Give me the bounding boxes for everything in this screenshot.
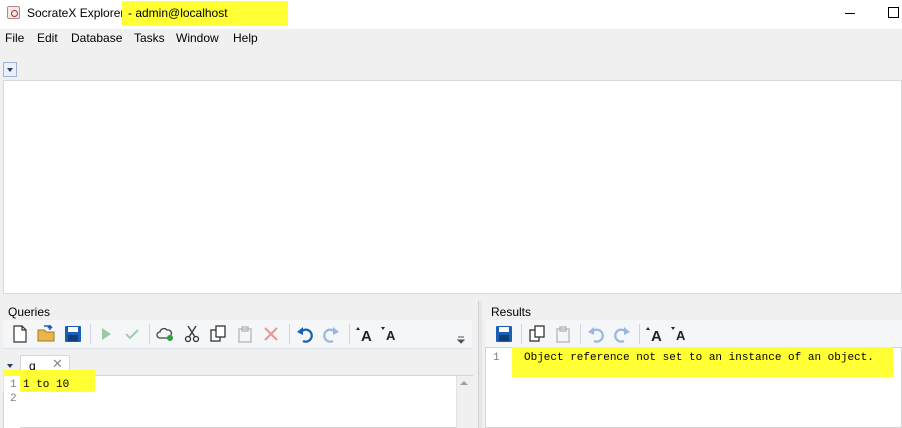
- paste-icon[interactable]: [553, 324, 573, 344]
- code-line[interactable]: 1 to 10: [23, 379, 69, 391]
- queries-label: Queries: [8, 305, 51, 319]
- menu-help[interactable]: Help: [233, 31, 258, 45]
- toolbar-separator: [580, 324, 581, 344]
- new-file-icon[interactable]: [10, 324, 30, 344]
- delete-icon[interactable]: [261, 324, 281, 344]
- svg-text:A: A: [386, 328, 396, 343]
- svg-text:A: A: [651, 328, 662, 344]
- connection-user: - admin@localhost: [122, 1, 288, 26]
- menu-tasks[interactable]: Tasks: [134, 31, 165, 45]
- font-increase-icon[interactable]: A: [355, 324, 375, 344]
- minimize-button[interactable]: [838, 0, 863, 26]
- toolbar-separator: [521, 324, 522, 344]
- app-logo-icon: [7, 6, 20, 19]
- top-panel-content: [3, 80, 902, 294]
- undo-icon[interactable]: [295, 324, 315, 344]
- svg-text:A: A: [361, 328, 372, 344]
- check-icon[interactable]: [122, 324, 142, 344]
- undo-icon[interactable]: [586, 324, 606, 344]
- toolbar-separator: [639, 324, 640, 344]
- menu-bar: File Edit Database Tasks Window Help: [0, 29, 902, 47]
- menu-database[interactable]: Database: [71, 31, 122, 45]
- maximize-button[interactable]: [880, 0, 902, 26]
- toolbar-overflow-icon[interactable]: [455, 334, 467, 346]
- menu-window[interactable]: Window: [176, 31, 219, 45]
- save-icon[interactable]: [63, 324, 83, 344]
- copy-icon[interactable]: [208, 324, 228, 344]
- toolbar-separator: [90, 324, 91, 344]
- toolbar-separator: [349, 324, 350, 344]
- copy-icon[interactable]: [527, 324, 547, 344]
- result-line[interactable]: Object reference not set to an instance …: [524, 352, 874, 364]
- font-increase-icon[interactable]: A: [645, 324, 665, 344]
- top-panel-dropdown[interactable]: [3, 62, 17, 77]
- svg-text:A: A: [676, 328, 686, 343]
- scroll-up-icon[interactable]: [460, 381, 468, 385]
- app-title: SocrateX Explorer: [27, 6, 125, 20]
- toolbar-separator: [289, 324, 290, 344]
- results-label: Results: [491, 305, 532, 319]
- open-file-icon[interactable]: [36, 324, 56, 344]
- toolbar-separator: [149, 324, 150, 344]
- line-number: 2: [10, 393, 17, 405]
- cloud-icon[interactable]: [155, 324, 175, 344]
- line-number: 1: [493, 352, 500, 364]
- font-decrease-icon[interactable]: A: [670, 324, 690, 344]
- run-icon[interactable]: [96, 324, 116, 344]
- queries-toolbar: A A: [3, 320, 472, 349]
- redo-icon[interactable]: [612, 324, 632, 344]
- paste-icon[interactable]: [235, 324, 255, 344]
- cut-icon[interactable]: [182, 324, 202, 344]
- line-number: 1: [10, 379, 17, 391]
- redo-icon[interactable]: [321, 324, 341, 344]
- menu-file[interactable]: File: [5, 31, 24, 45]
- results-toolbar: A A: [485, 320, 902, 349]
- save-icon[interactable]: [494, 324, 514, 344]
- font-decrease-icon[interactable]: A: [380, 324, 400, 344]
- menu-edit[interactable]: Edit: [37, 31, 58, 45]
